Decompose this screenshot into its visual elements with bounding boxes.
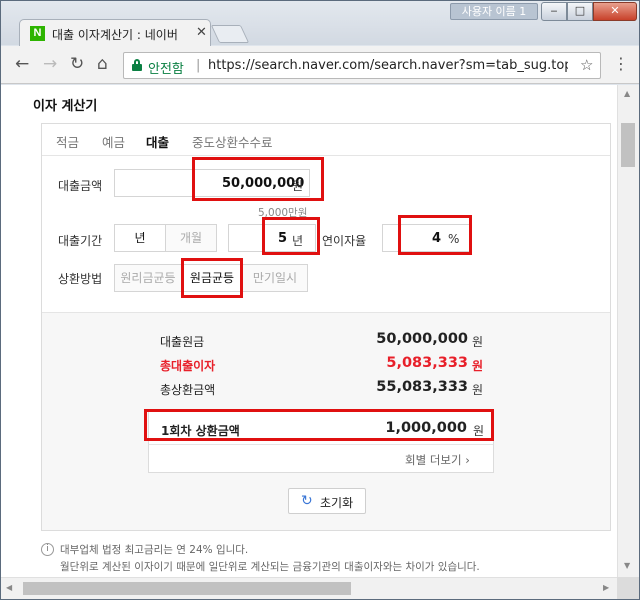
browser-window: 사용자 이름 1 ‒ □ ✕ N 대출 이자계산기 : 네이버 ✕ ← → ↻ … bbox=[0, 0, 640, 600]
close-icon: ✕ bbox=[610, 4, 620, 17]
loan-amount-label: 대출금액 bbox=[58, 179, 103, 193]
reload-icon[interactable]: ↻ bbox=[70, 55, 84, 73]
maximize-button[interactable]: □ bbox=[567, 2, 593, 21]
reset-button[interactable]: ↻ 초기화 bbox=[288, 488, 366, 514]
result-summary: 대출원금 50,000,000 원 총대출이자 5,083,333 원 총상환금… bbox=[42, 312, 610, 530]
url-text[interactable]: https://search.naver.com/search.naver?sm… bbox=[208, 58, 568, 73]
tab-prepayment-fee[interactable]: 중도상환수수료 bbox=[192, 132, 273, 151]
profile-button[interactable]: 사용자 이름 1 bbox=[450, 3, 538, 20]
tab-savings[interactable]: 적금 bbox=[56, 132, 79, 151]
note-calculation-basis: 월단위로 계산된 이자이기 때문에 일단위로 계산되는 금융기관의 대출이자와는… bbox=[60, 561, 480, 573]
loan-period-label: 대출기간 bbox=[58, 234, 103, 248]
panel-divider bbox=[149, 444, 493, 445]
tab-loan[interactable]: 대출 bbox=[146, 132, 169, 151]
highlight-first-payment bbox=[144, 409, 494, 441]
new-tab-button[interactable] bbox=[210, 25, 250, 43]
back-arrow-icon[interactable]: ← bbox=[15, 55, 29, 73]
reset-label: 초기화 bbox=[320, 496, 354, 510]
show-more-link[interactable]: 회별 더보기 › bbox=[405, 452, 470, 468]
principal-value: 50,000,000 bbox=[376, 331, 468, 347]
calculator-tabs: 적금 예금 대출 중도상환수수료 bbox=[42, 124, 610, 156]
total-interest-label: 총대출이자 bbox=[160, 359, 216, 373]
minimize-icon: ‒ bbox=[550, 4, 558, 17]
scroll-down-icon[interactable]: ▼ bbox=[624, 561, 630, 570]
total-repayment-label: 총상환금액 bbox=[160, 383, 216, 397]
calculator-card: 적금 예금 대출 중도상환수수료 대출금액 50,000,000 원 5,000… bbox=[41, 123, 611, 531]
forward-arrow-icon[interactable]: → bbox=[43, 55, 57, 73]
principal-label: 대출원금 bbox=[160, 335, 205, 349]
total-interest-value: 5,083,333 bbox=[386, 355, 468, 371]
repayment-bullet[interactable]: 만기일시 bbox=[242, 264, 308, 292]
period-unit-month[interactable]: 개월 bbox=[165, 224, 217, 252]
address-bar[interactable]: 안전함 | https://search.naver.com/search.na… bbox=[123, 52, 601, 79]
chevron-right-icon: › bbox=[465, 453, 470, 467]
vertical-scroll-thumb[interactable] bbox=[621, 123, 635, 167]
period-unit-year[interactable]: 년 bbox=[114, 224, 166, 252]
browser-toolbar: ← → ↻ ⌂ 안전함 | https://search.naver.com/s… bbox=[1, 46, 639, 84]
minimize-button[interactable]: ‒ bbox=[541, 2, 567, 21]
total-repayment-value: 55,083,333 bbox=[376, 379, 468, 395]
highlight-repayment-method bbox=[181, 258, 243, 298]
note-max-rate: 대부업체 법정 최고금리는 연 24% 입니다. bbox=[60, 544, 249, 556]
browser-tab[interactable]: N 대출 이자계산기 : 네이버 ✕ bbox=[19, 19, 211, 46]
menu-dots-icon[interactable]: ⋮ bbox=[613, 56, 629, 72]
horizontal-scrollbar[interactable]: ◀ ▶ bbox=[1, 577, 617, 599]
maximize-icon: □ bbox=[574, 4, 586, 17]
secure-label: 안전함 bbox=[148, 62, 184, 77]
title-bar: 사용자 이름 1 ‒ □ ✕ N 대출 이자계산기 : 네이버 ✕ bbox=[1, 1, 639, 46]
highlight-loan-amount bbox=[192, 157, 324, 201]
highlight-interest-rate bbox=[398, 215, 472, 255]
repayment-equal-installment[interactable]: 원리금균등 bbox=[114, 264, 182, 292]
scroll-left-icon[interactable]: ◀ bbox=[6, 583, 12, 592]
lock-icon bbox=[132, 59, 142, 71]
home-icon[interactable]: ⌂ bbox=[97, 55, 108, 73]
close-window-button[interactable]: ✕ bbox=[593, 2, 637, 21]
page-content: 이자 계산기 적금 예금 대출 중도상환수수료 대출금액 50,000,000 … bbox=[1, 85, 617, 577]
scroll-up-icon[interactable]: ▲ bbox=[624, 89, 630, 98]
horizontal-scroll-thumb[interactable] bbox=[23, 582, 351, 595]
repayment-method-label: 상환방법 bbox=[58, 272, 103, 286]
calculator-title: 이자 계산기 bbox=[33, 99, 98, 114]
tab-title: 대출 이자계산기 : 네이버 bbox=[52, 28, 178, 42]
principal-unit: 원 bbox=[472, 335, 484, 349]
total-interest-unit: 원 bbox=[472, 359, 484, 373]
scroll-right-icon[interactable]: ▶ bbox=[603, 583, 609, 592]
tab-deposit[interactable]: 예금 bbox=[102, 132, 125, 151]
interest-rate-label: 연이자율 bbox=[322, 234, 367, 248]
refresh-icon: ↻ bbox=[301, 493, 313, 509]
info-icon: i bbox=[41, 543, 54, 556]
address-separator: | bbox=[196, 58, 201, 73]
vertical-scrollbar[interactable]: ▲ ▼ bbox=[617, 85, 639, 577]
highlight-loan-period bbox=[262, 217, 320, 255]
tab-close-icon[interactable]: ✕ bbox=[196, 25, 207, 40]
show-more-label: 회별 더보기 bbox=[405, 453, 462, 467]
scrollbar-corner bbox=[617, 577, 639, 599]
bookmark-star-icon[interactable]: ☆ bbox=[580, 56, 593, 74]
naver-favicon-icon: N bbox=[30, 26, 45, 41]
total-repayment-unit: 원 bbox=[472, 383, 484, 397]
